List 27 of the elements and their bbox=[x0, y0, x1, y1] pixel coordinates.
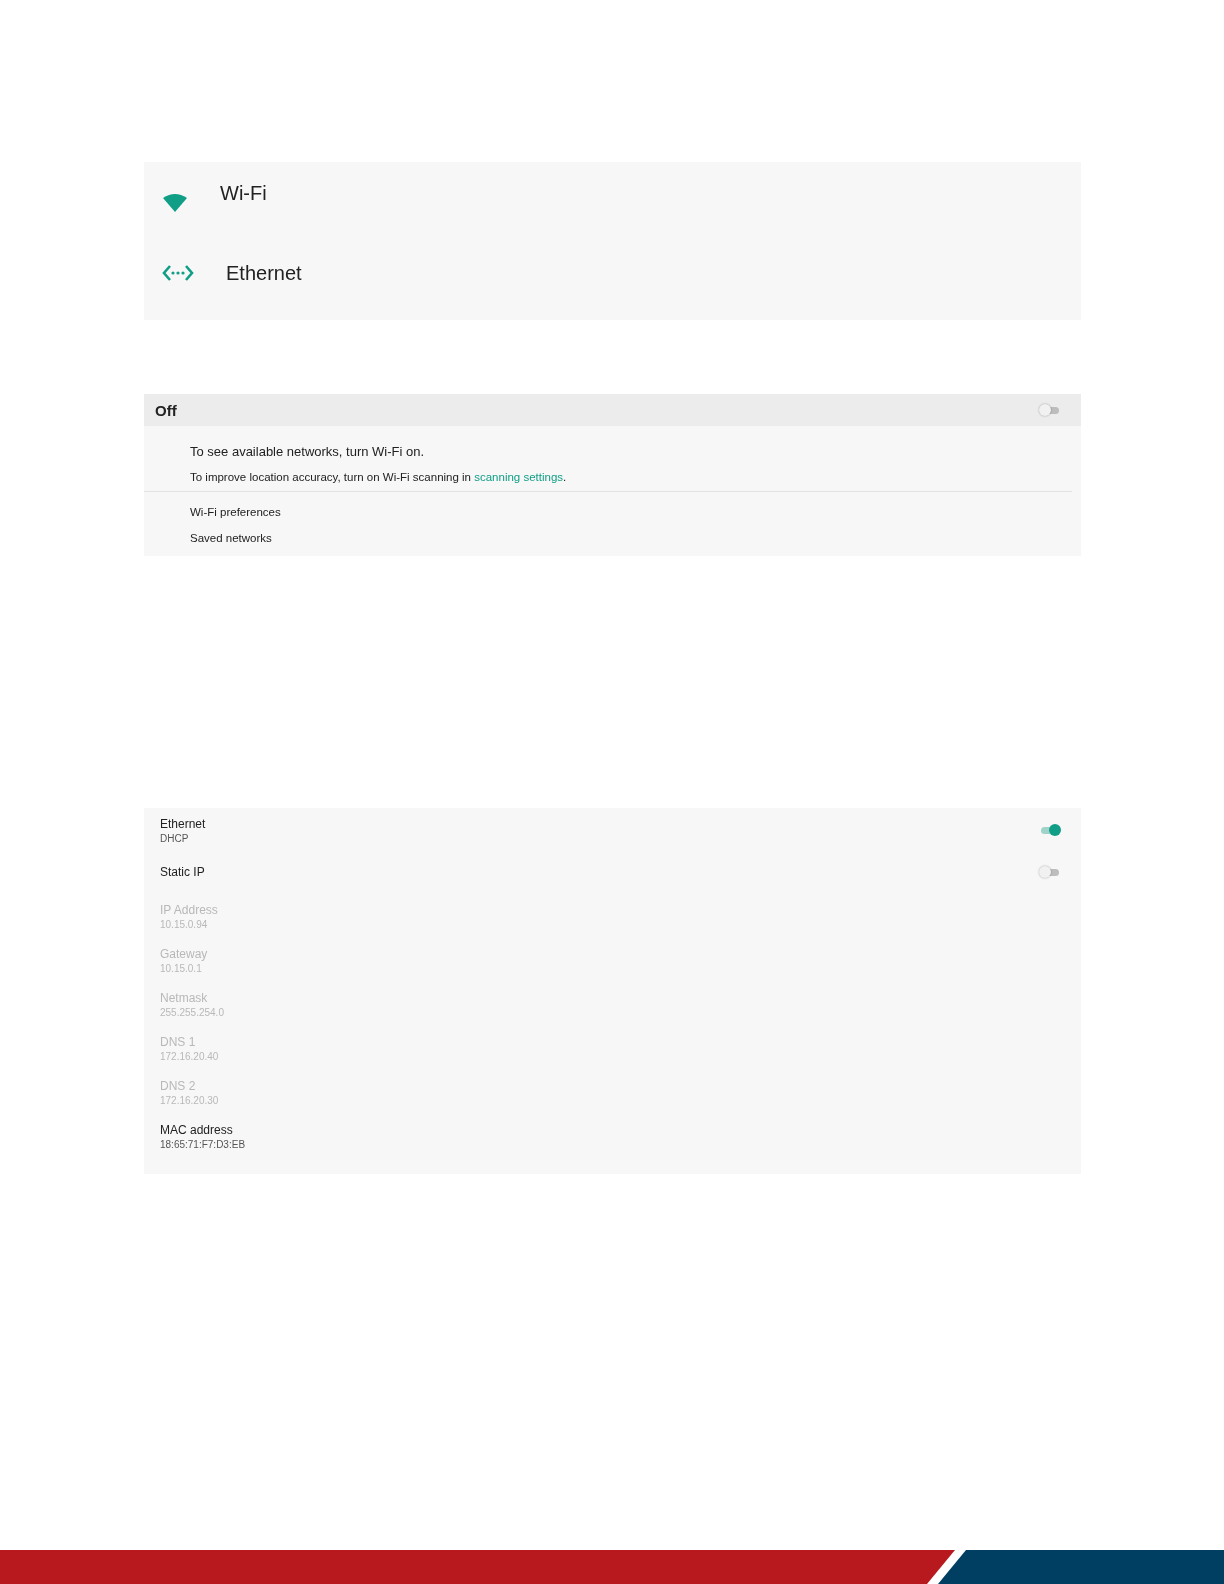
setting-title: DNS 2 bbox=[160, 1078, 197, 1093]
status-message: To see available networks, turn Wi-Fi on. bbox=[189, 443, 426, 459]
setting-title: DNS 1 bbox=[160, 1034, 197, 1049]
menu-item[interactable]: Ethernet bbox=[226, 261, 302, 285]
setting-title: Netmask bbox=[160, 990, 209, 1005]
setting-title: Ethernet bbox=[160, 816, 206, 831]
wifi-icon bbox=[162, 193, 188, 213]
setting-value: 10.15.0.94 bbox=[160, 918, 209, 930]
menu-item[interactable]: Wi-Fi preferences bbox=[144, 492, 1081, 518]
toggle-switch[interactable] bbox=[1039, 404, 1059, 416]
setting-value: 172.16.20.30 bbox=[160, 1094, 219, 1106]
setting-title: MAC address bbox=[160, 1122, 234, 1137]
setting-value: 10.15.0.1 bbox=[160, 962, 203, 974]
toggle-switch[interactable] bbox=[1039, 824, 1059, 836]
setting-value: 172.16.20.40 bbox=[160, 1050, 219, 1062]
setting-title: Gateway bbox=[160, 946, 208, 961]
ethernet-icon bbox=[162, 264, 194, 282]
hint-text: To improve location accuracy, turn on Wi-Fi scanning in scanning settings. bbox=[189, 470, 568, 483]
setting-title: IP Address bbox=[160, 902, 218, 917]
toggle-switch[interactable] bbox=[1039, 866, 1059, 878]
switch-label: Off bbox=[155, 401, 177, 419]
setting-value: 255.255.254.0 bbox=[160, 1006, 224, 1018]
menu-item[interactable]: Wi-Fi bbox=[220, 181, 267, 205]
setting-title: Static IP bbox=[160, 865, 205, 879]
setting-value: 18:65:71:F7:D3:EB bbox=[160, 1138, 246, 1150]
menu-item[interactable]: Saved networks bbox=[144, 518, 1081, 556]
setting-value: DHCP bbox=[160, 832, 190, 844]
